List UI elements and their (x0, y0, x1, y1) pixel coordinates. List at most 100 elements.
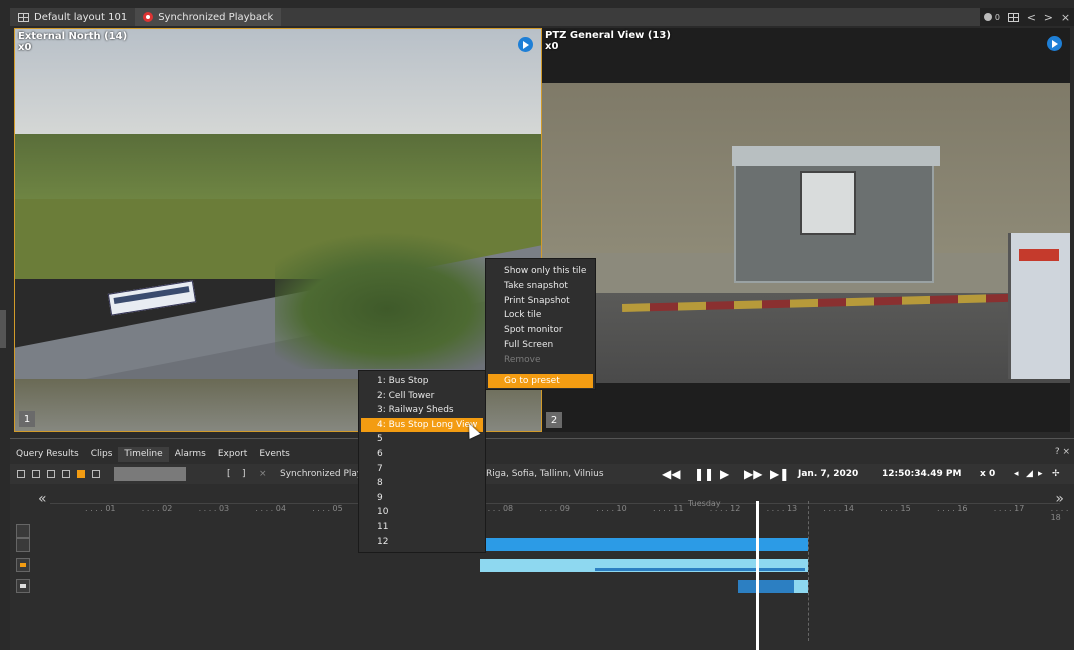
menu-item-lock-tile[interactable]: Lock tile (486, 308, 595, 323)
preset-item[interactable]: 2: Cell Tower (359, 389, 485, 404)
filter-icon[interactable] (17, 470, 25, 478)
preset-item[interactable]: 12 (359, 535, 485, 550)
mark-in-button[interactable]: [ (227, 464, 231, 484)
hour-tick-label: . . . . 10 (596, 504, 627, 513)
hour-tick-label: . . . . 12 (709, 504, 741, 513)
bottom-panel: Query Results Clips Timeline Alarms Expo… (10, 438, 1074, 650)
sync-icon (143, 12, 154, 22)
mark-out-button[interactable]: ] (242, 464, 246, 484)
tab-export[interactable]: Export (212, 447, 253, 462)
tile-number: 2 (546, 412, 562, 428)
timeline-search-input[interactable] (114, 467, 186, 481)
hour-tick-label: . . . . 02 (141, 504, 173, 513)
tab-query-results[interactable]: Query Results (10, 447, 85, 462)
add-bookmark-icon[interactable]: ✢ (1052, 464, 1060, 484)
video-frame-bus (107, 280, 197, 316)
menu-item-remove: Remove (504, 354, 541, 365)
preset-item[interactable]: 8 (359, 476, 485, 491)
pause-icon[interactable]: ❚❚ (694, 464, 714, 484)
prev-layout-button[interactable]: < (1027, 11, 1036, 24)
preset-item[interactable]: 1: Bus Stop (359, 374, 485, 389)
next-layout-button[interactable]: > (1044, 11, 1053, 24)
camera-name: PTZ General View (13) (545, 30, 671, 41)
sync-playback-label: Synchronized Playb (280, 469, 368, 479)
preset-item[interactable]: 3: Railway Sheds (359, 403, 485, 418)
camera-track-icon-1[interactable] (16, 558, 30, 572)
zoom-icon[interactable]: ◢ (1026, 464, 1033, 484)
lock-icon[interactable] (47, 470, 55, 478)
preset-item[interactable]: 10 (359, 505, 485, 520)
playback-date[interactable]: Jan. 7, 2020 (798, 464, 858, 484)
recording-bar-track-1[interactable] (486, 538, 808, 551)
settings-icon[interactable] (92, 470, 100, 478)
step-next-icon[interactable]: ▸ (1038, 464, 1043, 484)
tab-default-layout[interactable]: Default layout 101 (10, 8, 135, 26)
menu-item-print-snapshot[interactable]: Print Snapshot (486, 294, 595, 309)
timeline-playhead[interactable] (756, 501, 759, 650)
panel-resize-handle[interactable] (0, 310, 6, 348)
video-frame-bus (1008, 233, 1070, 379)
status-indicator[interactable]: 0 (983, 13, 1000, 22)
preset-item[interactable]: 11 (359, 520, 485, 535)
hour-tick-label: . . . . 04 (255, 504, 286, 513)
menu-item-show-only-this-tile[interactable]: Show only this tile (486, 264, 595, 279)
layout-tab-bar: Default layout 101 Synchronized Playback… (10, 8, 1074, 26)
hour-tick-label: . . . . 03 (198, 504, 230, 513)
playback-speed-readout: x 0 (980, 469, 996, 479)
film-strip-icon[interactable] (16, 538, 30, 552)
hour-tick-label: . . . . 18 (1050, 504, 1069, 522)
playback-speed: x0 (18, 42, 32, 53)
hour-tick-label: . . . . 16 (937, 504, 968, 513)
preset-submenu: 1: Bus Stop 2: Cell Tower 3: Railway She… (358, 370, 486, 553)
timezone-label: Riga, Sofia, Tallinn, Vilnius (486, 469, 604, 479)
video-tile-2[interactable]: PTZ General View (13) x0 2 (542, 28, 1070, 432)
panel-tabs: Query Results Clips Timeline Alarms Expo… (10, 447, 296, 462)
menu-item-take-snapshot[interactable]: Take snapshot (486, 279, 595, 294)
close-layout-button[interactable]: × (1061, 11, 1070, 24)
tab-clips[interactable]: Clips (85, 447, 119, 462)
play-icon[interactable] (518, 37, 533, 52)
play-forward-icon[interactable]: ▶ (720, 464, 729, 484)
playback-speed: x0 (545, 41, 559, 52)
menu-item-go-to-preset[interactable]: Go to preset (488, 373, 593, 389)
camera-track-icon-2[interactable] (16, 579, 30, 593)
preset-item[interactable]: 7 (359, 462, 485, 477)
tab-timeline[interactable]: Timeline (118, 447, 169, 462)
video-frame-shelter-roof (732, 146, 940, 166)
hour-tick-label: . . . . 05 (312, 504, 343, 513)
motion-bar-track-3 (738, 580, 794, 593)
step-back-icon[interactable]: ◂ (1014, 464, 1019, 484)
playback-time[interactable]: 12:50:34.49 PM (882, 464, 961, 484)
rewind-icon[interactable]: ◀◀ (662, 464, 680, 484)
fast-forward-icon[interactable]: ▶▶ (744, 464, 762, 484)
menu-item-full-screen[interactable]: Full Screen (486, 338, 595, 353)
step-forward-icon[interactable]: ▶❚ (770, 464, 789, 484)
bar-chart-icon[interactable] (77, 470, 85, 478)
export-icon[interactable] (62, 470, 70, 478)
goto-start-icon[interactable] (32, 470, 40, 478)
grid-icon (18, 12, 29, 22)
top-right-controls: 0 < > × (980, 8, 1074, 26)
hour-tick-label: . . . . 17 (993, 504, 1025, 513)
tab-alarms[interactable]: Alarms (169, 447, 212, 462)
play-icon[interactable] (1047, 36, 1062, 51)
panel-close-button[interactable]: ? × (1055, 447, 1070, 457)
tab-label: Default layout 101 (34, 11, 128, 23)
app-window: Default layout 101 Synchronized Playback… (0, 0, 1074, 650)
timeline-scroll-left-button[interactable]: « (38, 491, 47, 507)
preset-item[interactable]: 6 (359, 447, 485, 462)
tab-synchronized-playback[interactable]: Synchronized Playback (135, 8, 282, 26)
timeline-toolbar: [ ] × Synchronized Playb Riga, Sofia, Ta… (10, 464, 1074, 484)
preset-item[interactable]: 5 (359, 432, 485, 447)
tile-number: 1 (19, 411, 35, 427)
layout-grid-icon[interactable] (1007, 12, 1019, 22)
tab-label: Synchronized Playback (158, 11, 274, 23)
select-tool-icon[interactable] (16, 524, 30, 538)
menu-item-spot-monitor[interactable]: Spot monitor (486, 323, 595, 338)
preset-item[interactable]: 9 (359, 491, 485, 506)
camera-name: External North (14) (18, 31, 128, 42)
clear-marks-button[interactable]: × (259, 464, 267, 484)
hour-tick-label: . . . . 14 (823, 504, 854, 513)
tab-events[interactable]: Events (253, 447, 295, 462)
hour-tick-label: . . . . 15 (880, 504, 911, 513)
